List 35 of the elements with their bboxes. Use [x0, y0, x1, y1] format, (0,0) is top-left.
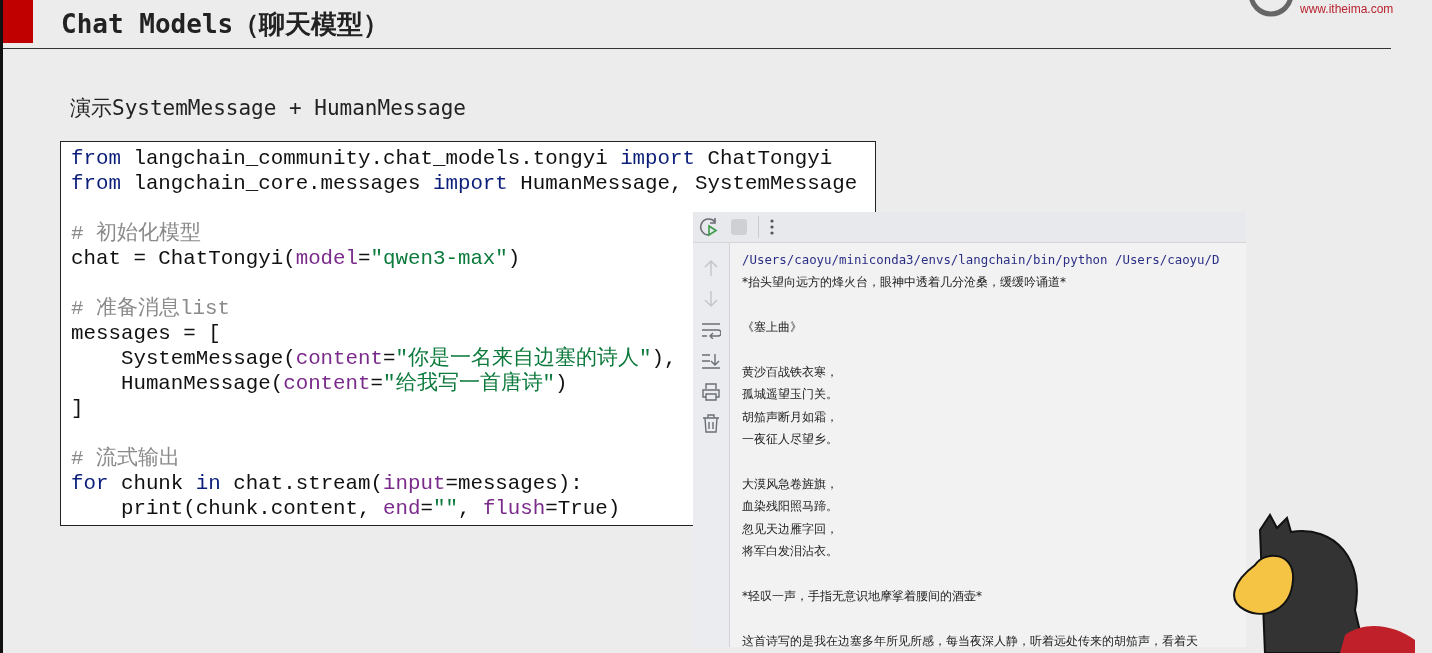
output-line: 大漠风急卷旌旗，	[742, 476, 838, 491]
code-line: ]	[71, 396, 84, 420]
code-line: for chunk in chat.stream(input=messages):	[71, 471, 583, 495]
scroll-to-end-icon[interactable]	[701, 352, 721, 370]
code-line: # 准备消息list	[71, 296, 230, 320]
output-line: 《塞上曲》	[742, 320, 802, 335]
trash-icon[interactable]	[702, 414, 720, 433]
rerun-icon[interactable]	[698, 216, 720, 238]
slide-title: Chat Models（聊天模型）	[61, 7, 390, 41]
output-line: *轻叹一声，手指无意识地摩挲着腰间的酒壶*	[742, 588, 982, 603]
code-line: from langchain_core.messages import HumanMessage, SystemMessage	[71, 171, 858, 195]
code-line: print(chunk.content, end="", flush=True)	[119, 496, 621, 520]
output-line: 胡笳声断月如霜，	[742, 409, 838, 424]
code-line: # 初始化模型	[71, 221, 201, 245]
slide-subtitle: 演示SystemMessage + HumanMessage	[70, 95, 467, 122]
more-icon[interactable]	[769, 218, 775, 236]
code-line: from langchain_community.chat_models.tongyi import ChatTongyi	[71, 146, 833, 170]
output-line: 血染残阳照马蹄。	[742, 499, 838, 514]
output-line: 这首诗写的是我在边塞多年所见所感，每当夜深人静，听着远处传来的胡笳声，看着天	[742, 633, 1198, 647]
code-line: messages = [	[71, 321, 221, 345]
soft-wrap-icon[interactable]	[701, 321, 721, 339]
code-line: HumanMessage(content="给我写一首唐诗")	[119, 371, 568, 395]
website-url: www.itheima.com	[1300, 1, 1394, 18]
output-line: 孤城遥望玉门关。	[742, 387, 838, 402]
output-line: 黄沙百战铁衣寒，	[742, 364, 838, 379]
print-icon[interactable]	[701, 383, 721, 401]
output-line: *抬头望向远方的烽火台，眼神中透着几分沧桑，缓缓吟诵道*	[742, 275, 1066, 290]
output-line: 忽见天边雁字回，	[742, 521, 838, 536]
command-line: /Users/caoyu/miniconda3/envs/langchain/bin/python /Users/caoyu/D	[742, 252, 1220, 267]
output-line: 将军白发泪沾衣。	[742, 544, 838, 559]
code-line: chat = ChatTongyi(model="qwen3-max")	[71, 246, 521, 270]
code-line: # 流式输出	[71, 446, 180, 470]
output-line: 一夜征人尽望乡。	[742, 432, 838, 447]
code-line: SystemMessage(content="你是一名来自边塞的诗人"),	[119, 346, 677, 370]
title-marker	[3, 0, 33, 43]
